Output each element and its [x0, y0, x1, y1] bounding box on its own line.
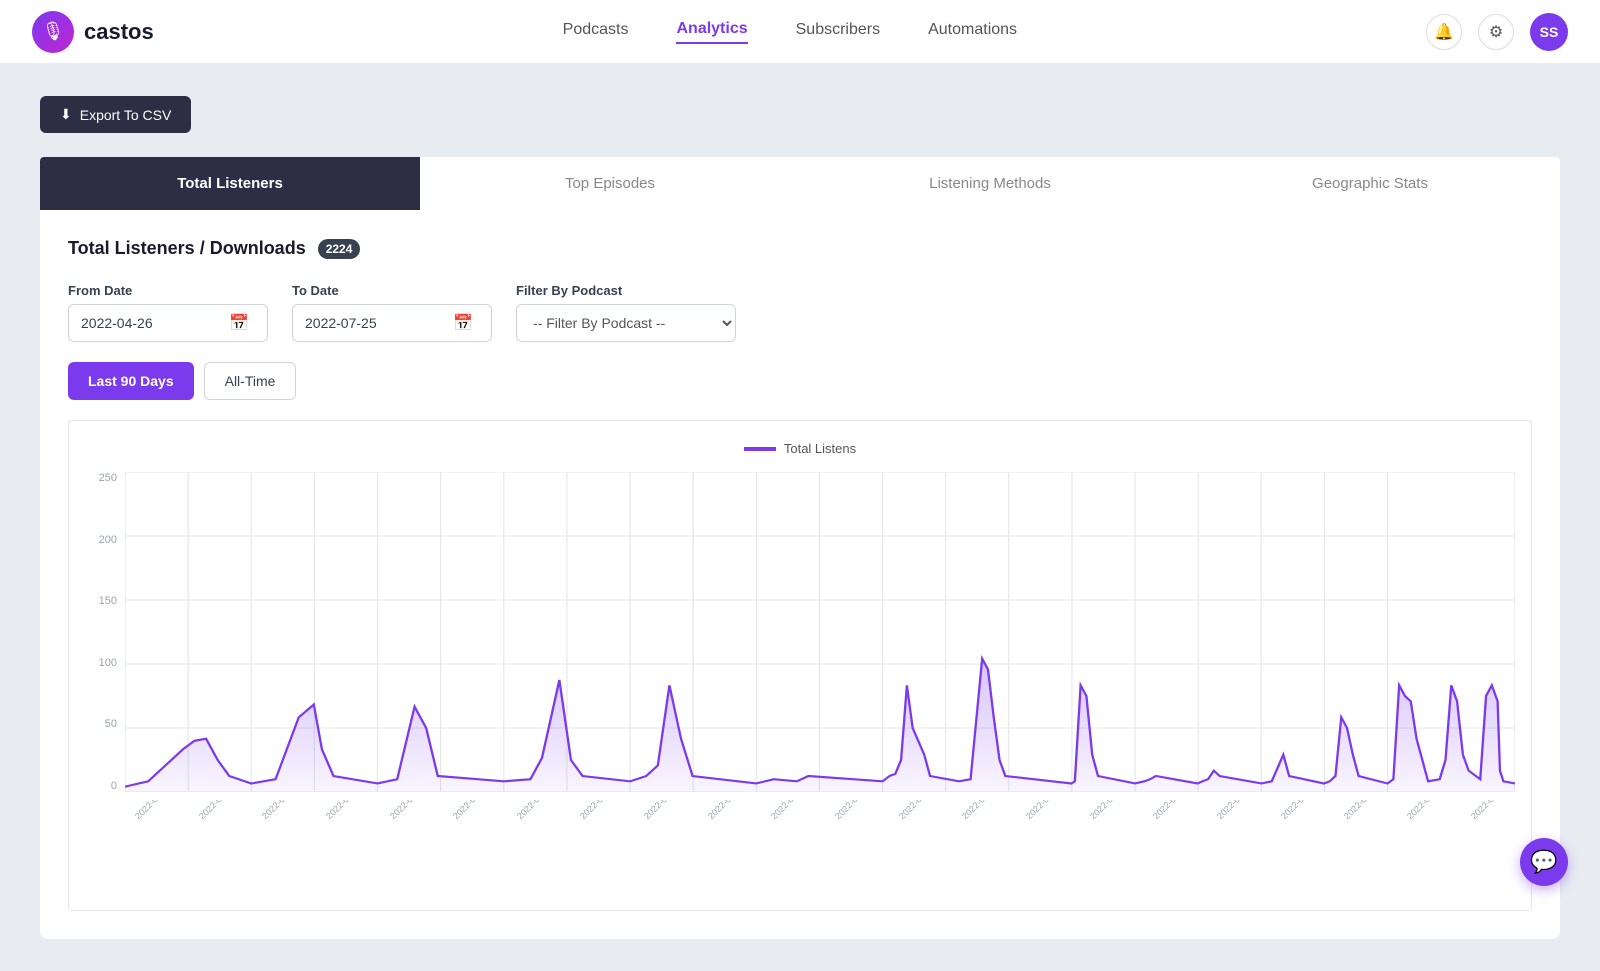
user-avatar[interactable]: SS [1530, 13, 1568, 51]
card-title-text: Total Listeners / Downloads [68, 238, 306, 259]
x-label-7: 2022-05-24 [578, 800, 653, 857]
chart-svg [125, 472, 1515, 792]
y-axis: 250 200 150 100 50 0 [85, 472, 125, 792]
chart-wrapper: 250 200 150 100 50 0 [85, 472, 1515, 792]
x-label-3: 2022-05-08 [324, 800, 399, 857]
to-date-calendar-icon[interactable]: 📅 [453, 313, 473, 333]
from-date-group: From Date 📅 [68, 283, 268, 342]
x-label-2: 2022-05-04 [260, 800, 335, 857]
analytics-card: Total Listeners / Downloads 2224 From Da… [40, 210, 1560, 939]
x-label-15: 2022-06-26 [1088, 800, 1163, 857]
notification-button[interactable]: 🔔 [1426, 14, 1462, 50]
to-date-input[interactable] [305, 315, 445, 331]
main-nav: Podcasts Analytics Subscribers Automatio… [563, 20, 1017, 44]
x-label-6: 2022-05-20 [515, 800, 590, 857]
export-label: Export To CSV [80, 107, 172, 123]
to-date-group: To Date 📅 [292, 283, 492, 342]
x-label-8: 2022-05-28 [642, 800, 717, 857]
filters-row: From Date 📅 To Date 📅 Filter By Podcast … [68, 283, 1532, 342]
logo-text: castos [84, 19, 154, 45]
legend-line-icon [744, 447, 776, 451]
x-label-1: 2022-04-30 [197, 800, 272, 857]
y-label-0: 0 [111, 780, 117, 792]
x-label-12: 2022-06-13 [897, 800, 972, 857]
all-time-button[interactable]: All-Time [204, 362, 297, 400]
tab-bar: Total Listeners Top Episodes Listening M… [40, 157, 1560, 210]
from-date-input-wrapper: 📅 [68, 304, 268, 342]
x-label-14: 2022-06-21 [1024, 800, 1099, 857]
chart-svg-wrapper [125, 472, 1515, 792]
x-label-11: 2022-06-09 [833, 800, 908, 857]
chat-support-button[interactable]: 💬 [1520, 838, 1568, 886]
from-date-label: From Date [68, 283, 268, 298]
tab-geographic-stats[interactable]: Geographic Stats [1180, 157, 1560, 210]
chart-container: Total Listens 250 200 150 100 50 0 [68, 420, 1532, 911]
export-csv-button[interactable]: ⬇ Export To CSV [40, 96, 191, 133]
x-label-13: 2022-06-17 [960, 800, 1035, 857]
x-label-16: 2022-06-30 [1151, 800, 1226, 857]
to-date-label: To Date [292, 283, 492, 298]
header: 🎙 castos Podcasts Analytics Subscribers … [0, 0, 1600, 64]
legend-label-text: Total Listens [784, 441, 856, 456]
logo[interactable]: 🎙 castos [32, 11, 154, 53]
x-label-20: 2022-07-19 [1405, 800, 1480, 857]
x-axis: 2022-04-26 2022-04-30 2022-05-04 2022-05… [133, 800, 1515, 860]
logo-icon: 🎙 [32, 11, 74, 53]
y-label-250: 250 [99, 472, 117, 484]
from-date-calendar-icon[interactable]: 📅 [229, 313, 249, 333]
y-label-100: 100 [99, 657, 117, 669]
main-content: ⬇ Export To CSV Total Listeners Top Epis… [0, 64, 1600, 971]
count-badge: 2224 [318, 239, 361, 259]
chat-icon: 💬 [1530, 849, 1557, 875]
nav-analytics[interactable]: Analytics [676, 20, 747, 44]
export-icon: ⬇ [60, 106, 72, 123]
x-label-19: 2022-07-15 [1342, 800, 1417, 857]
nav-automations[interactable]: Automations [928, 21, 1017, 43]
x-label-5: 2022-05-16 [451, 800, 526, 857]
x-label-4: 2022-05-12 [388, 800, 463, 857]
chart-legend: Total Listens [85, 441, 1515, 456]
from-date-input[interactable] [81, 315, 221, 331]
x-label-9: 2022-06-01 [706, 800, 781, 857]
y-label-50: 50 [105, 718, 117, 730]
card-title-row: Total Listeners / Downloads 2224 [68, 238, 1532, 259]
header-actions: 🔔 ⚙ SS [1426, 13, 1568, 51]
to-date-input-wrapper: 📅 [292, 304, 492, 342]
y-label-150: 150 [99, 595, 117, 607]
tab-listening-methods[interactable]: Listening Methods [800, 157, 1180, 210]
filter-podcast-select[interactable]: -- Filter By Podcast -- [516, 304, 736, 342]
tab-top-episodes[interactable]: Top Episodes [420, 157, 800, 210]
filter-podcast-group: Filter By Podcast -- Filter By Podcast -… [516, 283, 736, 342]
settings-button[interactable]: ⚙ [1478, 14, 1514, 50]
x-label-10: 2022-06-05 [769, 800, 844, 857]
y-label-200: 200 [99, 534, 117, 546]
nav-subscribers[interactable]: Subscribers [796, 21, 880, 43]
x-label-17: 2022-07-06 [1215, 800, 1290, 857]
x-label-18: 2022-07-11 [1279, 800, 1354, 857]
x-label-0: 2022-04-26 [133, 800, 208, 857]
quick-filter-buttons: Last 90 Days All-Time [68, 362, 1532, 400]
nav-podcasts[interactable]: Podcasts [563, 21, 629, 43]
filter-podcast-label: Filter By Podcast [516, 283, 736, 298]
last-90-days-button[interactable]: Last 90 Days [68, 362, 194, 400]
tab-total-listeners[interactable]: Total Listeners [40, 157, 420, 210]
